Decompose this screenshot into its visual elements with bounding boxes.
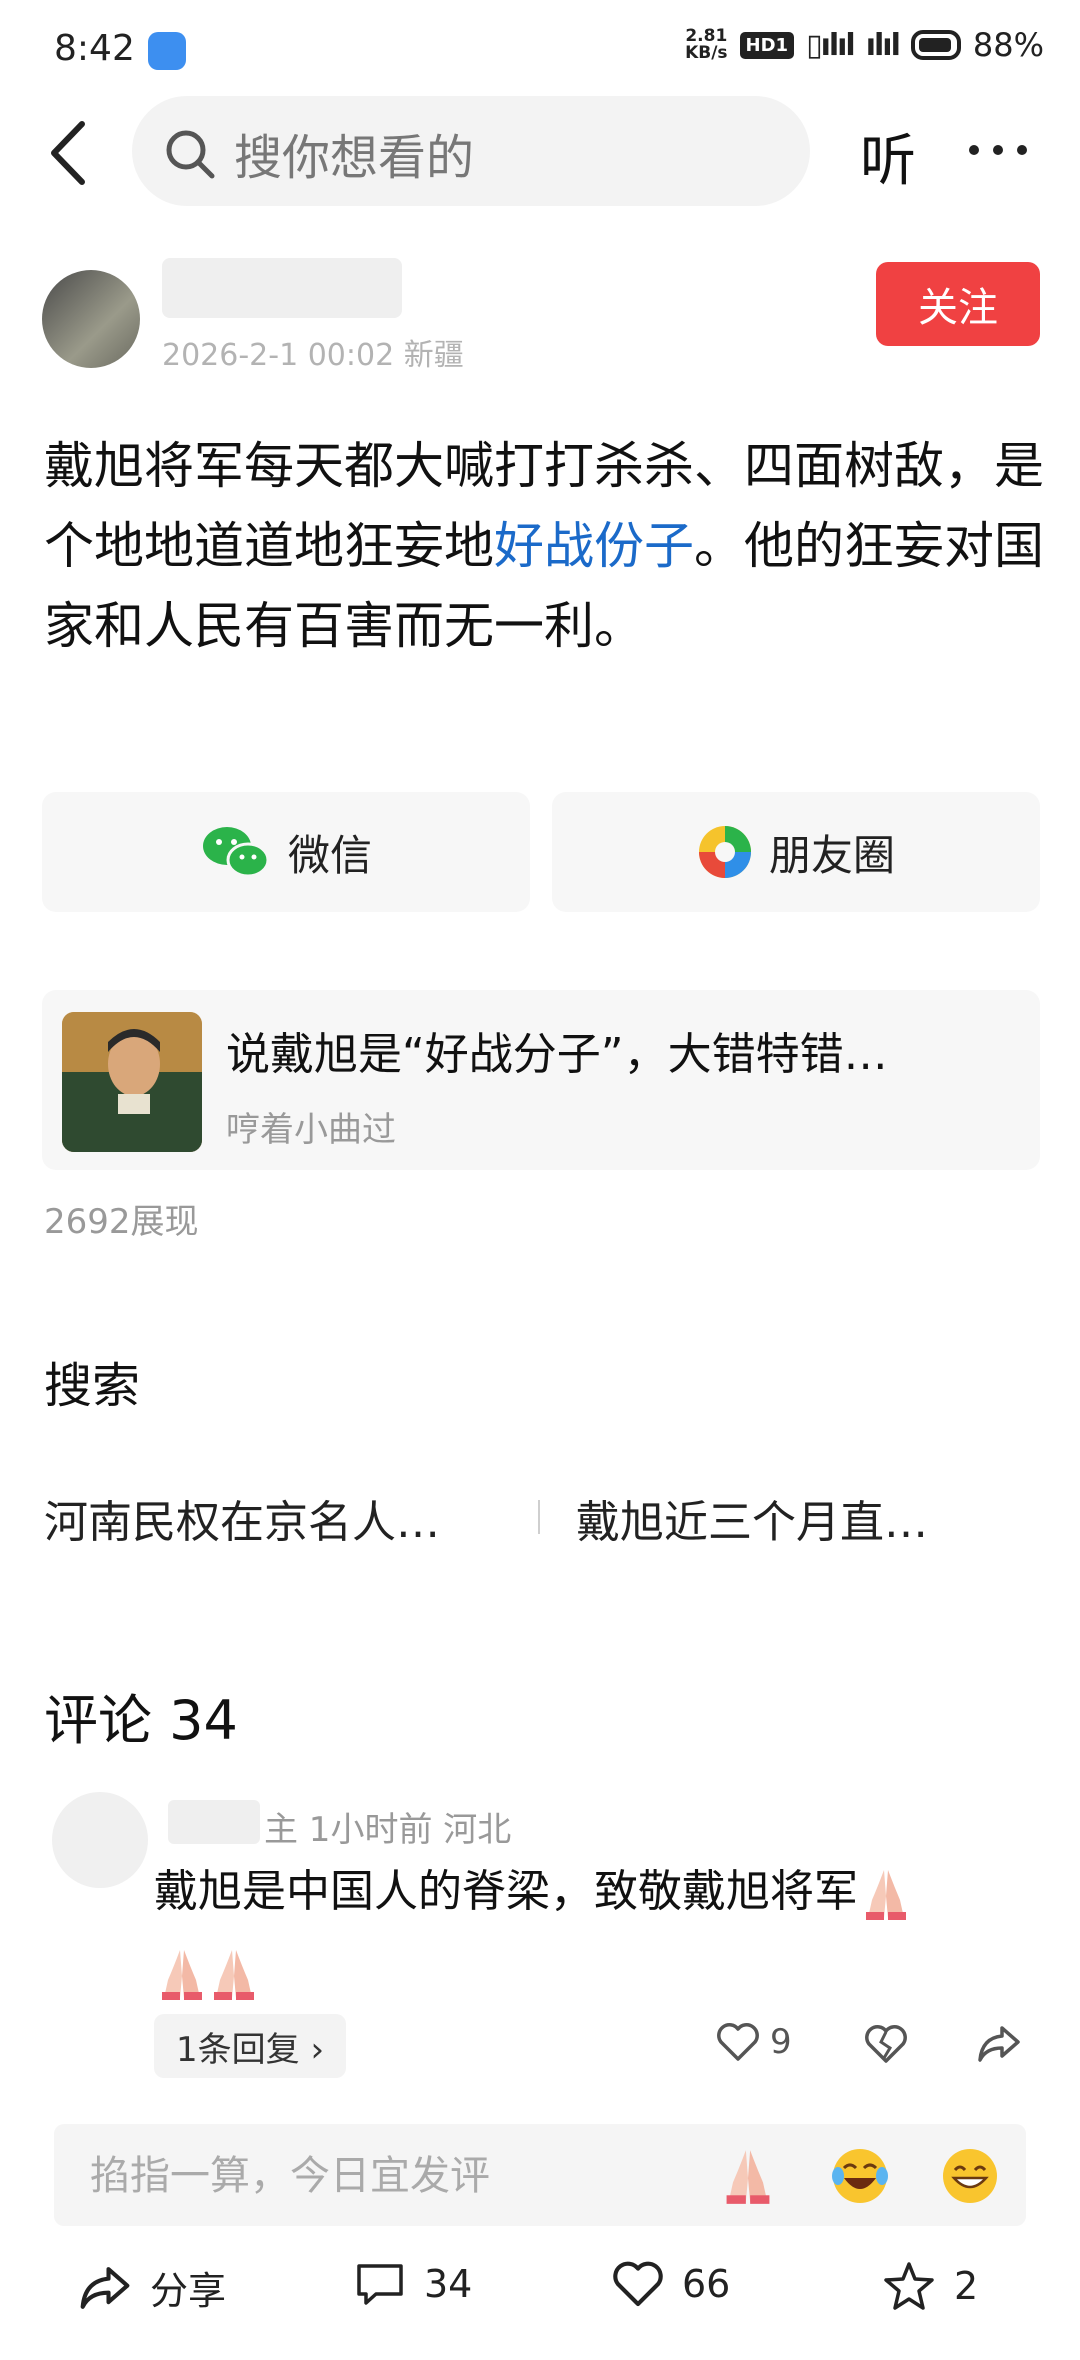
folded-hands-emoji-icon [214,1950,254,2000]
share-wechat-label: 微信 [287,830,372,880]
follow-button[interactable]: 关注 [876,262,1040,346]
favorite-count: 2 [954,2264,979,2308]
author-avatar[interactable] [42,270,140,368]
comment-like-count: 9 [770,2022,792,2062]
status-time: 8:42 [54,28,135,69]
like-count: 66 [682,2262,731,2306]
status-indicators: 2.81 KB/s HD1 ▯ılıl ılıl 88% [685,26,1044,64]
comment-meta: 主 1小时前 河北 [264,1810,512,1850]
back-button[interactable] [44,118,94,188]
comment-like-button[interactable]: 9 [716,2022,792,2062]
comment-share-button[interactable] [976,2024,1022,2064]
share-arrow-icon [80,2266,130,2309]
app-notification-icon [148,32,186,70]
search-section-heading: 搜索 [44,1358,141,1414]
search-icon [160,124,218,182]
post-content: 戴旭将军每天都大喊打打杀杀、四面树敌，是个地地道道地狂妄地好战份子。他的狂妄对国… [44,437,1044,655]
related-article-source: 哼着小曲过 [226,1110,396,1150]
share-moments-label: 朋友圈 [768,830,895,880]
signal-icon: ▯ılıl [806,27,856,63]
comment-button[interactable]: 34 [354,2260,472,2308]
back-arrow-icon [51,121,85,185]
post-keyword-link[interactable]: 好战份子 [494,517,694,575]
comment-dislike-button[interactable] [864,2024,908,2064]
heart-icon [613,2261,663,2307]
commenter-name-blurred[interactable] [168,1800,260,1844]
view-replies-button[interactable]: 1条回复 › [154,2014,347,2078]
hot-search-item[interactable]: 河南民权在京名人… [44,1486,440,1550]
broken-heart-icon [865,2025,907,2063]
star-icon [884,2262,934,2310]
more-options-button[interactable] [966,118,1030,182]
laughing-emoji-button[interactable] [830,2146,890,2206]
laughing-crying-emoji-icon [832,2149,888,2203]
battery-percent: 88% [972,26,1044,64]
post-timestamp: 2026-2-1 00:02 新疆 [162,338,464,373]
favorite-button[interactable]: 2 [882,2260,978,2312]
grinning-emoji-icon [943,2149,997,2203]
share-label: 分享 [150,2269,227,2313]
comment-count: 34 [424,2262,473,2306]
folded-hands-emoji-button[interactable] [718,2146,778,2206]
like-button[interactable]: 66 [612,2260,730,2308]
share-moments-button[interactable]: 朋友圈 [552,792,1040,912]
listen-button[interactable]: 听 [860,116,916,197]
commenter-avatar[interactable] [52,1792,148,1888]
hot-search-item[interactable]: 戴旭近三个月直… [576,1486,928,1550]
folded-hands-emoji-icon [726,2150,770,2204]
wechat-icon [202,827,270,878]
comment-bubble-icon [357,2264,403,2305]
share-arrow-icon [978,2026,1020,2062]
folded-hands-emoji-icon [866,1870,906,1920]
network-speed: 2.81 KB/s [685,26,728,63]
battery-icon [910,30,961,60]
hd-badge: HD1 [739,31,795,59]
hot-search-divider [538,1500,540,1534]
comments-heading: 评论 34 [44,1689,238,1752]
comment-text: 戴旭是中国人的脊梁，致敬戴旭将军 [154,1852,1034,2012]
moments-icon [698,826,751,878]
more-icon [969,145,1027,155]
share-wechat-button[interactable]: 微信 [42,792,530,912]
related-article-thumbnail [62,1012,202,1152]
folded-hands-emoji-icon [162,1950,202,2000]
grinning-emoji-button[interactable] [940,2146,1000,2206]
related-article-title: 说戴旭是“好战分子”，大错特错… [226,1029,888,1080]
share-button[interactable]: 分享 [78,2260,226,2315]
wifi-signal-icon: ılıl [865,27,901,63]
view-count: 2692展现 [44,1202,199,1242]
heart-icon [717,2023,759,2061]
search-placeholder: 搜你想看的 [234,130,475,186]
author-name-blurred[interactable] [162,258,402,318]
comment-input[interactable] [90,2148,630,2204]
